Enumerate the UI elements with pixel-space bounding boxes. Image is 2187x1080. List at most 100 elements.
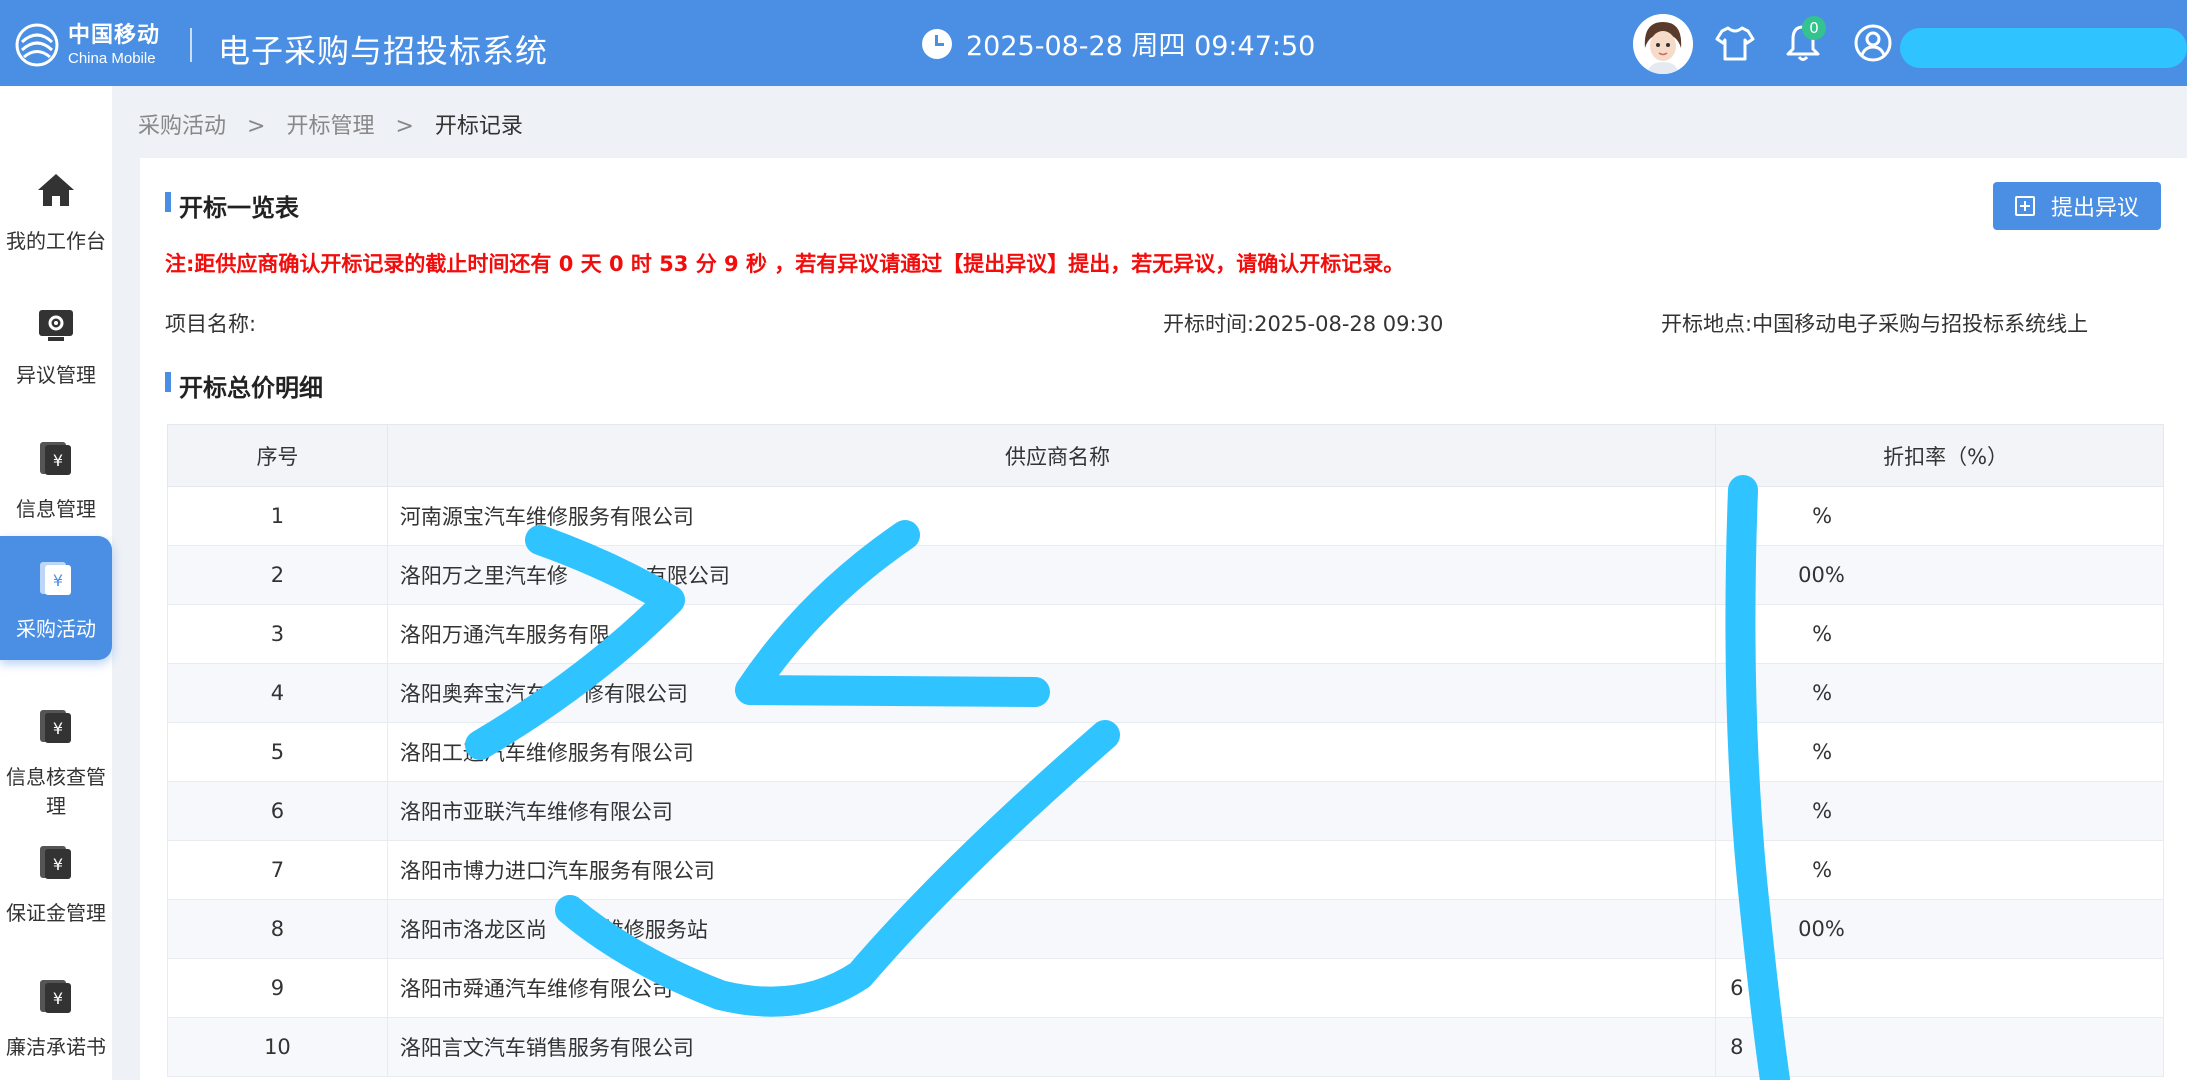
discount-rate: 8: [1715, 1017, 2164, 1077]
header-divider: [190, 28, 192, 62]
column-header-discount: 折扣率（%）: [1715, 424, 2164, 487]
yen-doc-icon: ¥: [40, 980, 71, 1013]
discount-rate: %: [1715, 663, 2164, 723]
notification-badge: 0: [1802, 16, 1826, 40]
discount-rate: 6: [1715, 958, 2164, 1018]
sidebar-item-procurement[interactable]: ¥ 采购活动: [0, 536, 112, 660]
top-header: 中国移动 China Mobile 电子采购与招投标系统 2025-08-28 …: [0, 0, 2187, 86]
yen-doc-icon: ¥: [40, 846, 71, 879]
sidebar-item-info[interactable]: ¥ 信息管理: [0, 416, 112, 540]
project-name-field: 项目名称:: [165, 308, 256, 338]
table-row: 7 洛阳市博力进口汽车服务有限公司 %: [167, 840, 2164, 900]
logo-text-en: China Mobile: [68, 49, 156, 67]
yen-doc-icon: ¥: [40, 562, 71, 595]
supplier-name: 洛阳言文汽车销售服务有限公司: [386, 1017, 1717, 1077]
row-no: 1: [167, 486, 388, 546]
table-row: 4 洛阳奥奔宝汽车 修有限公司 %: [167, 663, 2164, 723]
redacted-username[interactable]: [1900, 28, 2187, 68]
add-box-icon: [2014, 196, 2035, 216]
sidebar-item-info-check[interactable]: ¥ 信息核查管理: [0, 684, 112, 818]
supplier-name: 洛阳市洛龙区尚 维修服务站: [386, 899, 1717, 959]
open-time-label: 开标时间:: [1163, 312, 1255, 336]
supplier-name: 洛阳万通汽车服务有限: [386, 604, 1717, 664]
open-location-label: 开标地点:: [1661, 312, 1753, 336]
table-header-row: 序号 供应商名称 折扣率（%）: [167, 424, 2164, 487]
supplier-name: 河南源宝汽车维修服务有限公司: [386, 486, 1717, 546]
table-row: 9 洛阳市舜通汽车维修有限公司 6: [167, 958, 2164, 1018]
open-time-field: 开标时间:2025-08-28 09:30: [1163, 308, 1443, 338]
open-location-field: 开标地点:中国移动电子采购与招投标系统线上: [1661, 308, 2088, 338]
sidebar-item-objection[interactable]: 异议管理: [0, 282, 112, 406]
discount-rate: 00%: [1715, 899, 2164, 959]
discount-rate: %: [1715, 604, 2164, 664]
sidebar-item-label: 异议管理: [16, 363, 96, 387]
skin-theme-icon[interactable]: [1714, 22, 1756, 64]
table-row: 10 洛阳言文汽车销售服务有限公司 8: [167, 1017, 2164, 1077]
row-no: 3: [167, 604, 388, 664]
raise-objection-button[interactable]: 提出异议: [1993, 182, 2161, 230]
sidebar: 我的工作台 异议管理 ¥ 信息管理 ¥ 采购活动 ¥ 信息核查管理 ¥ 保证金管…: [0, 86, 112, 1080]
breadcrumb-separator: >: [395, 114, 414, 139]
supplier-name: 洛阳市亚联汽车维修有限公司: [386, 781, 1717, 841]
yen-doc-icon: ¥: [40, 710, 71, 743]
supplier-name-part: 修有限公司: [582, 682, 688, 706]
section-title: 开标一览表: [165, 188, 299, 223]
datetime-text: 2025-08-28 周四 09:47:50: [966, 31, 1316, 62]
deadline-notice: 注:距供应商确认开标记录的截止时间还有 0 天 0 时 53 分 9 秒 ，若有…: [165, 252, 1405, 276]
discount-rate: %: [1715, 486, 2164, 546]
sidebar-item-label: 廉洁承诺书: [6, 1035, 106, 1059]
system-title: 电子采购与招投标系统: [218, 32, 549, 70]
row-no: 6: [167, 781, 388, 841]
breadcrumb-bid-opening[interactable]: 开标管理: [286, 114, 374, 139]
row-no: 5: [167, 722, 388, 782]
breadcrumb-current: 开标记录: [434, 114, 523, 139]
row-no: 7: [167, 840, 388, 900]
home-icon: [38, 174, 74, 206]
sidebar-item-label: 信息核查管理: [6, 765, 106, 818]
open-time-value: 2025-08-28 09:30: [1254, 312, 1444, 336]
discount-rate: %: [1715, 781, 2164, 841]
row-no: 2: [167, 545, 388, 605]
datetime-display: 2025-08-28 周四 09:47:50: [922, 24, 1315, 63]
supplier-name: 洛阳奥奔宝汽车 修有限公司: [386, 663, 1717, 723]
breadcrumb-procurement[interactable]: 采购活动: [138, 114, 226, 139]
table-row: 8 洛阳市洛龙区尚 维修服务站 00%: [167, 899, 2164, 959]
china-mobile-logo: 中国移动 China Mobile: [12, 20, 160, 70]
supplier-name: 洛阳工通汽车维修服务有限公司: [386, 722, 1717, 782]
table-row: 3 洛阳万通汽车服务有限 %: [167, 604, 2164, 664]
discount-rate: %: [1715, 840, 2164, 900]
row-no: 10: [167, 1017, 388, 1077]
yen-doc-icon: ¥: [40, 442, 71, 475]
supplier-name-part: 洛阳万之里汽车修: [399, 564, 568, 588]
column-header-no: 序号: [167, 424, 388, 487]
assistant-avatar[interactable]: [1633, 14, 1693, 74]
sidebar-item-integrity[interactable]: ¥ 廉洁承诺书: [0, 954, 112, 1078]
clock-icon: [922, 28, 952, 59]
svg-text:¥: ¥: [53, 989, 63, 1008]
bid-price-table: 序号 供应商名称 折扣率（%） 1 河南源宝汽车维修服务有限公司 % 2 洛阳万…: [167, 424, 2164, 1077]
table-row: 6 洛阳市亚联汽车维修有限公司 %: [167, 781, 2164, 841]
supplier-name-part: 洛阳奥奔宝汽车: [399, 682, 547, 706]
column-header-supplier: 供应商名称: [386, 424, 1717, 487]
user-icon[interactable]: [1852, 22, 1894, 64]
supplier-name-part: 维修服务站: [602, 918, 708, 942]
china-mobile-logo-icon: [15, 23, 59, 67]
sidebar-item-label: 我的工作台: [6, 229, 106, 253]
table-row: 2 洛阳万之里汽车修 有限公司 00%: [167, 545, 2164, 605]
raise-objection-label: 提出异议: [2050, 196, 2139, 221]
breadcrumb-separator: >: [247, 114, 266, 139]
svg-text:¥: ¥: [53, 571, 63, 590]
breadcrumb: 采购活动 > 开标管理 > 开标记录: [138, 108, 523, 140]
open-location-value: 中国移动电子采购与招投标系统线上: [1752, 312, 2089, 336]
row-no: 4: [167, 663, 388, 723]
sidebar-item-workbench[interactable]: 我的工作台: [0, 148, 112, 272]
row-no: 9: [167, 958, 388, 1018]
project-name-label: 项目名称:: [165, 312, 257, 336]
supplier-name: 洛阳市博力进口汽车服务有限公司: [386, 840, 1717, 900]
sidebar-item-deposit[interactable]: ¥ 保证金管理: [0, 820, 112, 944]
supplier-name: 洛阳市舜通汽车维修有限公司: [386, 958, 1717, 1018]
svg-text:¥: ¥: [53, 451, 63, 470]
svg-text:¥: ¥: [53, 855, 63, 874]
svg-text:¥: ¥: [53, 719, 63, 738]
sidebar-item-label: 信息管理: [16, 497, 96, 521]
